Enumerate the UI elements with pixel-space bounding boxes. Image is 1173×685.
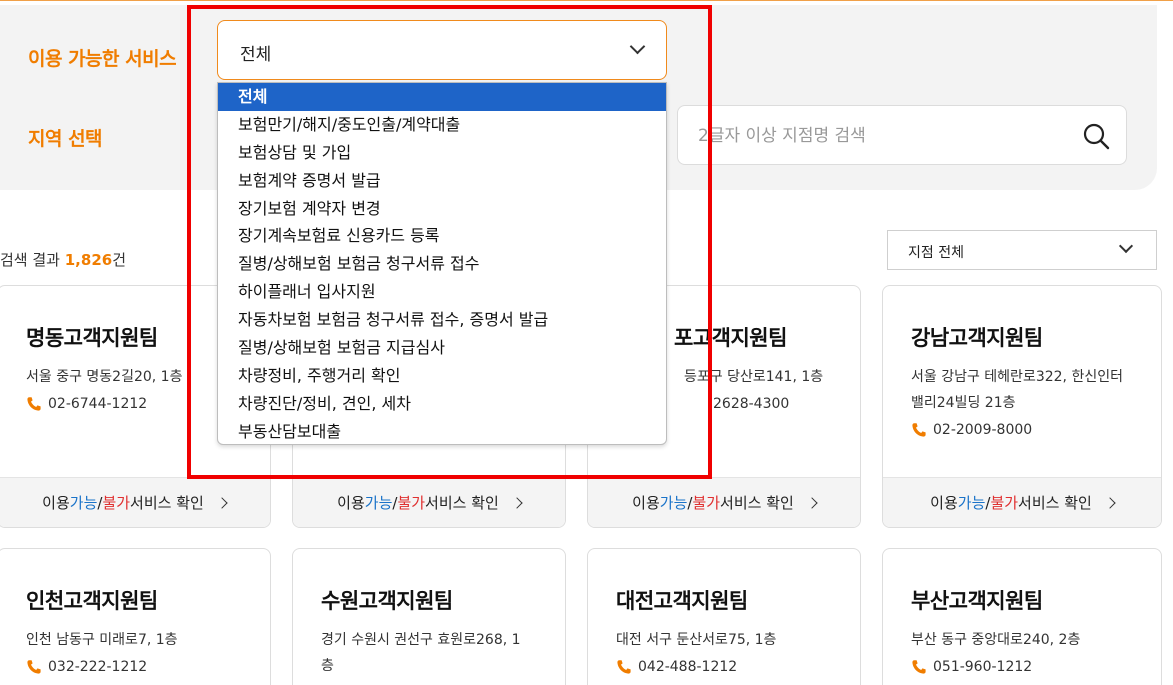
service-option[interactable]: 질병/상해보험 보험금 지급심사 [218,334,666,362]
branch-name: 대전고객지원팀 [616,589,748,613]
service-option[interactable]: 질병/상해보험 보험금 청구서류 접수 [218,250,666,278]
branch-card: 수원고객지원팀 경기 수원시 권선구 효원로268, 1층 [292,548,566,685]
footer-pre: 이용 [632,494,660,512]
branch-address: 경기 수원시 권선구 효원로268, 1층 [321,632,521,674]
footer-post: 서비스 확인 [720,494,794,512]
result-count-suffix: 건 [112,251,127,269]
result-count: 검색 결과 1,826건 [0,249,126,270]
footer-pre: 이용 [42,494,70,512]
branch-card: 부산고객지원팀 부산 동구 중앙대로240, 2층 051-960-1212 [882,548,1162,685]
branch-name: 부산고객지원팀 [911,589,1043,613]
service-dropdown-list: 전체 보험만기/해지/중도인출/계약대출 보험상담 및 가입 보험계약 증명서 … [217,82,667,445]
service-option[interactable]: 차량정비, 주행거리 확인 [218,362,666,390]
branch-phone[interactable]: 042-488-1212 [616,659,737,675]
service-option[interactable]: 자동차보험 보험금 청구서류 접수, 증명서 발급 [218,306,666,334]
footer-available: 가능 [69,494,98,512]
branch-phone-number: 2628-4300 [713,396,790,412]
result-count-prefix: 검색 결과 [0,251,65,269]
footer-post: 서비스 확인 [425,494,499,512]
branch-phone[interactable]: 02-6744-1212 [26,396,147,412]
service-option[interactable]: 보험만기/해지/중도인출/계약대출 [218,111,666,139]
branch-address: 대전 서구 둔산서로75, 1층 [616,632,777,648]
chevron-right-icon [1104,496,1116,509]
service-option[interactable]: 차량진단/정비, 견인, 세차 [218,390,666,418]
branch-card: 대전고객지원팀 대전 서구 둔산서로75, 1층 042-488-1212 [587,548,861,685]
footer-unavailable: 불가 [692,494,721,512]
service-check-button[interactable]: 이용 가능 / 불가 서비스 확인 [883,477,1161,527]
chevron-right-icon [511,496,523,509]
service-option[interactable]: 장기보험 계약자 변경 [218,195,666,223]
service-option-all[interactable]: 전체 [218,83,666,111]
branch-phone-number: 042-488-1212 [638,659,738,675]
service-check-button[interactable]: 이용 가능 / 불가 서비스 확인 [0,477,270,527]
result-count-number: 1,826 [64,251,113,269]
branch-name: 수원고객지원팀 [321,589,453,613]
branch-card: 인천고객지원팀 인천 남동구 미래로7, 1층 032-222-1212 [0,548,271,685]
service-select[interactable]: 전체 [217,20,667,80]
footer-available: 가능 [957,494,986,512]
service-option[interactable]: 하이플래너 입사지원 [218,278,666,306]
footer-pre: 이용 [337,494,365,512]
chevron-down-icon [629,38,646,55]
branch-name: 강남고객지원팀 [911,326,1043,350]
footer-pre: 이용 [930,494,958,512]
branch-type-select[interactable]: 지점 전체 [887,230,1157,270]
branch-address: 인천 남동구 미래로7, 1층 [26,632,178,648]
branch-name: 인천고객지원팀 [26,589,158,613]
footer-available: 가능 [659,494,688,512]
service-option[interactable]: 장기계속보험료 신용카드 등록 [218,222,666,250]
branch-address: 등포구 당산로141, 1층 [684,369,824,385]
footer-unavailable: 불가 [397,494,426,512]
footer-unavailable: 불가 [102,494,131,512]
branch-phone[interactable]: 02-2009-8000 [911,422,1032,438]
service-option[interactable]: 보험계약 증명서 발급 [218,167,666,195]
chevron-right-icon [806,496,818,509]
branch-phone-number: 02-2009-8000 [933,422,1033,438]
branch-phone[interactable]: 051-960-1212 [911,659,1032,675]
branch-phone-number: 051-960-1212 [933,659,1033,675]
phone-icon [27,397,41,411]
branch-phone-number: 032-222-1212 [48,659,148,675]
branch-type-select-value: 지점 전체 [908,245,964,261]
footer-post: 서비스 확인 [1018,494,1092,512]
branch-search-box [677,105,1127,165]
service-filter-label: 이용 가능한 서비스 [28,48,177,70]
branch-address: 서울 강남구 테헤란로322, 한신인터밸리24빌딩 21층 [911,369,1123,411]
search-icon[interactable] [1082,122,1110,150]
branch-phone-number: 02-6744-1212 [48,396,148,412]
branch-phone[interactable]: 032-222-1212 [26,659,147,675]
service-option[interactable]: 부동산담보대출 [218,418,666,446]
footer-post: 서비스 확인 [130,494,204,512]
chevron-right-icon [216,496,228,509]
branch-card: 강남고객지원팀 서울 강남구 테헤란로322, 한신인터밸리24빌딩 21층 0… [882,285,1162,528]
chevron-down-icon [1118,238,1134,254]
branch-address: 부산 동구 중앙대로240, 2층 [911,632,1081,648]
branch-search-input[interactable] [698,123,1058,149]
phone-icon [27,660,41,674]
service-select-value: 전체 [240,45,272,65]
service-check-button[interactable]: 이용 가능 / 불가 서비스 확인 [588,477,860,527]
footer-available: 가능 [364,494,393,512]
phone-icon [617,660,631,674]
region-filter-label: 지역 선택 [28,128,103,150]
phone-icon [912,423,926,437]
branch-phone[interactable]: 2628-4300 [713,396,789,412]
branch-name: 포고객지원팀 [674,326,787,350]
branch-name: 명동고객지원팀 [26,326,158,350]
service-check-button[interactable]: 이용 가능 / 불가 서비스 확인 [293,477,565,527]
footer-unavailable: 불가 [990,494,1019,512]
service-option[interactable]: 보험상담 및 가입 [218,139,666,167]
phone-icon [912,660,926,674]
